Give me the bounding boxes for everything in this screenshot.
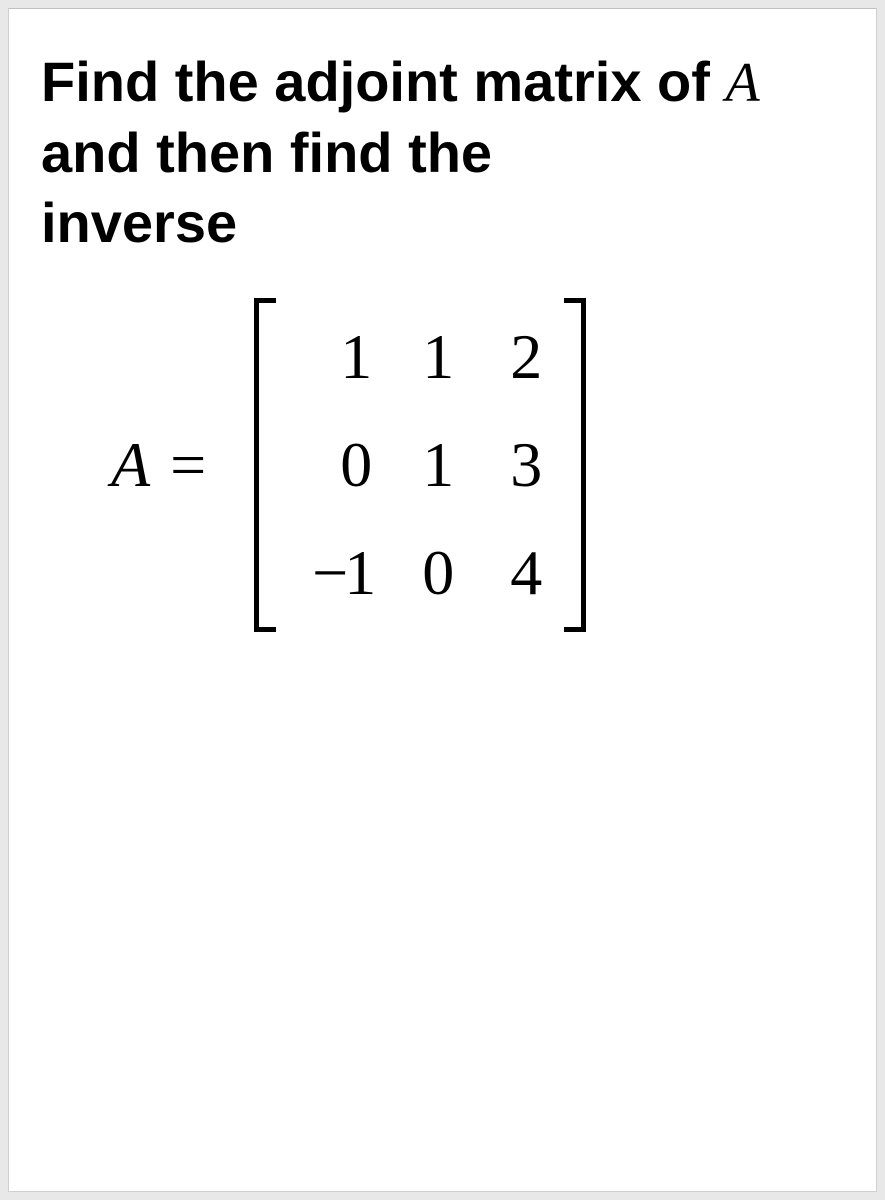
bracket-left-icon xyxy=(254,298,276,632)
question-part-2: and then find the xyxy=(41,121,492,184)
matrix-equation: A = 1 1 2 0 1 3 −1 0 4 xyxy=(41,298,844,632)
matrix-grid: 1 1 2 0 1 3 −1 0 4 xyxy=(276,298,564,632)
matrix-variable-label: A xyxy=(111,428,150,502)
matrix-cell-r2c1: 0 xyxy=(292,428,372,502)
question-prompt: Find the adjoint matrix of A and then fi… xyxy=(41,47,844,258)
question-variable: A xyxy=(725,52,759,114)
equals-sign: = xyxy=(170,428,206,502)
matrix-cell-r2c2: 1 xyxy=(416,428,460,502)
matrix-cell-r2c3: 3 xyxy=(504,428,548,502)
matrix-cell-r1c3: 2 xyxy=(504,320,548,394)
matrix-cell-r1c1: 1 xyxy=(292,320,372,394)
question-part-1: Find the adjoint matrix of xyxy=(41,50,710,113)
matrix-cell-r3c3: 4 xyxy=(504,536,548,610)
matrix-cell-r3c1: −1 xyxy=(292,536,372,610)
question-part-3: inverse xyxy=(41,191,237,254)
matrix-wrapper: 1 1 2 0 1 3 −1 0 4 xyxy=(254,298,586,632)
matrix-cell-r3c2: 0 xyxy=(416,536,460,610)
matrix-cell-r1c2: 1 xyxy=(416,320,460,394)
document-page: Find the adjoint matrix of A and then fi… xyxy=(8,8,877,1192)
bracket-right-icon xyxy=(564,298,586,632)
